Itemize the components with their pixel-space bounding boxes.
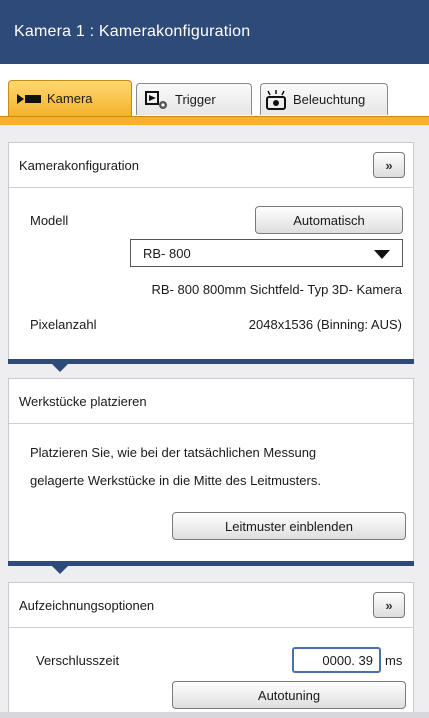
camera-config-title: Kamerakonfiguration — [19, 157, 139, 173]
shutter-time-label: Verschlusszeit — [36, 653, 120, 668]
recording-options-title: Aufzeichnungsoptionen — [19, 597, 155, 613]
recording-options-header: Aufzeichnungsoptionen » — [9, 583, 413, 628]
section-separator — [8, 561, 414, 566]
recording-options-panel: Aufzeichnungsoptionen » Verschlusszeit 0… — [8, 582, 414, 718]
separator-arrow-icon — [52, 566, 68, 574]
lighting-icon — [266, 89, 286, 110]
auto-button[interactable]: Automatisch — [255, 206, 403, 234]
recording-options-expand-button[interactable]: » — [373, 592, 405, 618]
auto-button-label: Automatisch — [293, 212, 365, 228]
window-title-bar: Kamera 1 : Kamerakonfiguration — [0, 0, 429, 64]
separator-arrow-icon — [52, 364, 68, 372]
workpieces-instruction-line1: Platzieren Sie, wie bei der tatsächliche… — [30, 445, 317, 460]
workpieces-header: Werkstücke platzieren — [9, 379, 413, 424]
section-separator — [8, 359, 414, 364]
trigger-icon — [145, 90, 167, 109]
pixel-count-value: 2048x1536 (Binning: AUS) — [248, 317, 402, 332]
tab-kamera-label: Kamera — [47, 91, 93, 106]
tab-trigger-label: Trigger — [175, 92, 216, 107]
tab-underline — [0, 116, 429, 125]
tab-trigger[interactable]: Trigger — [136, 83, 252, 115]
tab-bar: Kamera Trigger Beleuchtung — [0, 64, 429, 125]
model-select-value: RB- 800 — [143, 245, 191, 261]
autotuning-button-label: Autotuning — [257, 687, 321, 703]
workpieces-instruction-line2: gelagerte Werkstücke in die Mitte des Le… — [30, 473, 321, 488]
bottom-edge — [0, 712, 429, 718]
camera-config-header: Kamerakonfiguration » — [9, 143, 413, 188]
window-title: Kamera 1 : Kamerakonfiguration — [14, 23, 251, 40]
camera-config-expand-button[interactable]: » — [373, 152, 405, 178]
shutter-time-value: 0000. 39 — [322, 652, 373, 668]
chevron-down-icon — [374, 250, 390, 259]
model-select[interactable]: RB- 800 — [130, 239, 403, 267]
autotuning-button[interactable]: Autotuning — [172, 681, 406, 709]
pixel-count-label: Pixelanzahl — [30, 317, 97, 332]
show-guide-pattern-button[interactable]: Leitmuster einblenden — [172, 512, 406, 540]
camera-config-panel: Kamerakonfiguration » Modell Automatisch… — [8, 142, 414, 360]
shutter-time-input[interactable]: 0000. 39 — [292, 647, 381, 673]
workpieces-panel: Werkstücke platzieren Platzieren Sie, wi… — [8, 378, 414, 562]
tab-beleuchtung[interactable]: Beleuchtung — [260, 83, 388, 115]
tab-beleuchtung-label: Beleuchtung — [293, 92, 366, 107]
expand-icon: » — [385, 597, 393, 613]
expand-icon: » — [385, 157, 393, 173]
model-info: RB- 800 800mm Sichtfeld- Typ 3D- Kamera — [151, 282, 402, 297]
tab-kamera[interactable]: Kamera — [8, 80, 132, 116]
show-guide-pattern-label: Leitmuster einblenden — [225, 518, 353, 534]
shutter-time-unit: ms — [385, 653, 403, 668]
workpieces-title: Werkstücke platzieren — [19, 393, 147, 409]
camera-icon — [17, 93, 41, 104]
model-label: Modell — [30, 213, 69, 228]
